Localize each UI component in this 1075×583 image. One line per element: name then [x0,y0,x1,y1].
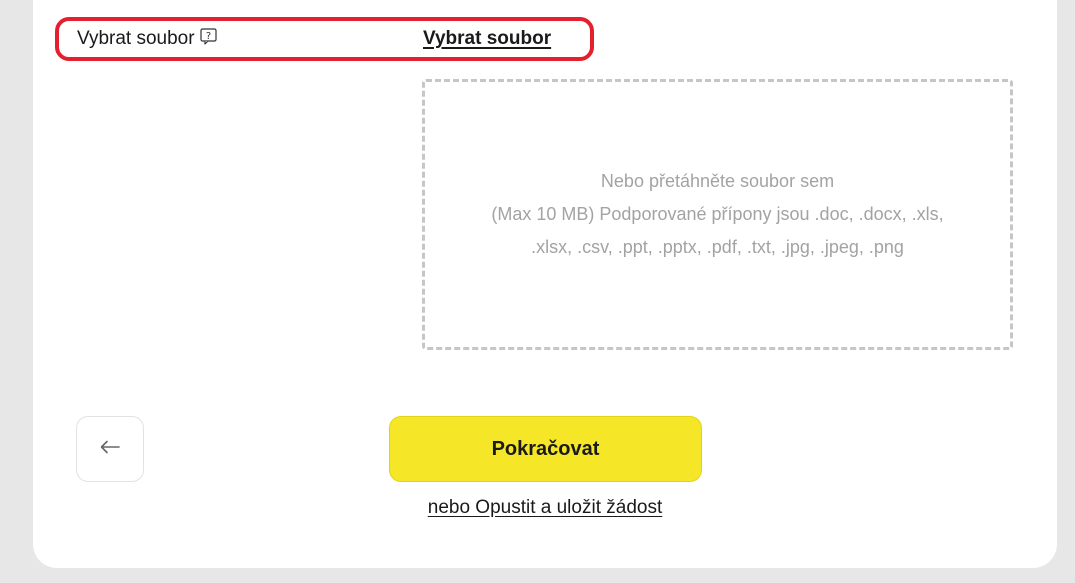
file-select-row: Vybrat soubor ? Vybrat soubor [55,17,594,61]
file-field-label: Vybrat soubor [77,28,195,49]
continue-button-label: Pokračovat [491,437,600,460]
svg-text:?: ? [205,31,210,42]
dropzone-hint: Nebo přetáhněte soubor sem [600,171,835,191]
file-field-label-group: Vybrat soubor ? [77,27,217,50]
dropzone-extensions: .xlsx, .csv, .ppt, .pptx, .pdf, .txt, .j… [531,237,904,257]
arrow-left-icon [100,440,120,459]
dropzone-limits: (Max 10 MB) Podporované přípony jsou .do… [491,204,944,224]
select-file-link[interactable]: Vybrat soubor [423,28,551,50]
help-icon[interactable]: ? [199,27,217,45]
save-and-exit-link[interactable]: nebo Opustit a uložit žádost [330,497,760,519]
back-button[interactable] [76,416,144,482]
file-dropzone[interactable]: Nebo přetáhněte soubor sem (Max 10 MB) P… [422,79,1013,350]
continue-button[interactable]: Pokračovat [389,416,702,482]
